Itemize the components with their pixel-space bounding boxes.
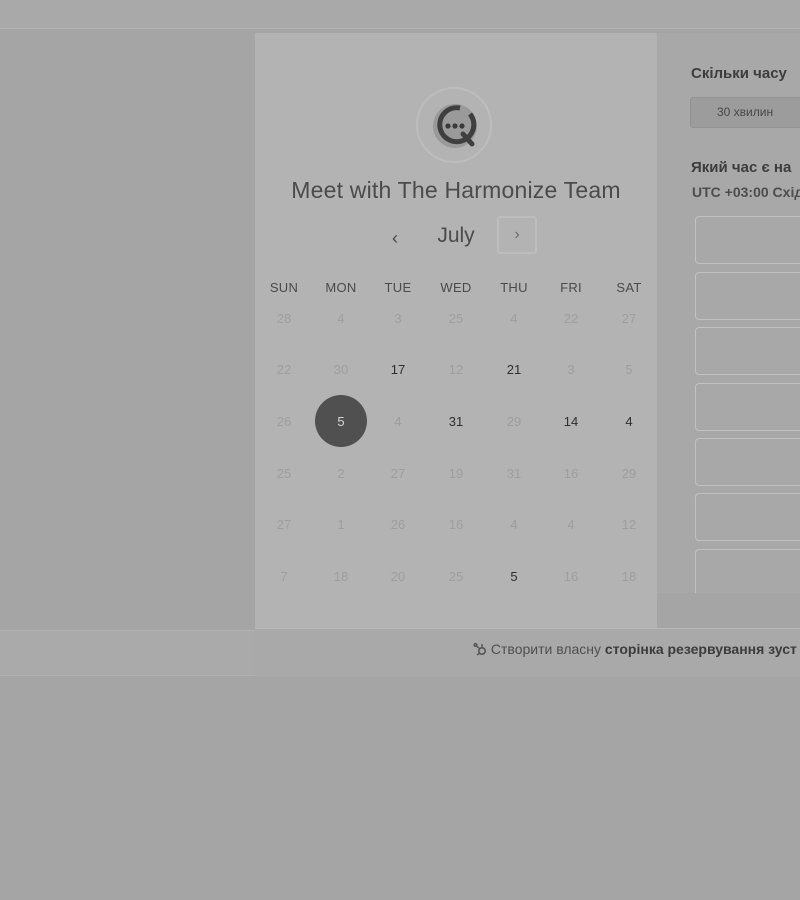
chat-bubble-logo-icon [430, 101, 480, 151]
calendar-day: 20 [390, 568, 406, 584]
time-slot[interactable] [695, 383, 800, 431]
calendar-day: 4 [567, 516, 575, 532]
next-month-button[interactable]: › [497, 216, 537, 254]
chevron-left-icon: ‹ [392, 227, 398, 248]
calendar-panel: Meet with The Harmonize Team ‹ July › SU… [255, 33, 657, 628]
calendar-day: 4 [394, 413, 402, 429]
calendar-day: 27 [276, 516, 292, 532]
chevron-right-icon: › [514, 226, 520, 243]
calendar-day: 22 [276, 361, 292, 377]
calendar-day: 31 [506, 465, 522, 481]
timezone-name: Схід [772, 184, 800, 200]
calendar-day-selected[interactable]: 5 [315, 395, 367, 447]
calendar-day: 12 [621, 516, 637, 532]
calendar-day[interactable]: 31 [430, 395, 482, 447]
hubspot-sprocket-icon [473, 641, 491, 657]
calendar-day: 16 [563, 465, 579, 481]
prev-month-button[interactable]: ‹ [380, 223, 410, 253]
calendar-day: 25 [448, 568, 464, 584]
calendar-day: 25 [276, 465, 292, 481]
calendar-day[interactable]: 4 [603, 395, 655, 447]
calendar-day: 28 [276, 310, 292, 326]
footer-branding: Створити власну сторінка резервування зу… [473, 641, 797, 657]
timezone-offset: UTC +03:00 [692, 184, 769, 200]
calendar-day[interactable]: 17 [372, 343, 424, 395]
calendar-day: 7 [280, 568, 288, 584]
time-slot[interactable] [695, 327, 800, 375]
calendar-day: 3 [567, 361, 575, 377]
background-header-bar [0, 0, 800, 29]
calendar-day: 3 [394, 310, 402, 326]
time-slot[interactable] [695, 216, 800, 264]
time-slot[interactable] [695, 493, 800, 541]
calendar-day: 18 [621, 568, 637, 584]
calendar-day: 27 [390, 465, 406, 481]
footer-link[interactable]: сторінка резервування зуст [605, 641, 797, 657]
calendar-day: 26 [276, 413, 292, 429]
calendar-day: 22 [563, 310, 579, 326]
calendar-day: 5 [625, 361, 633, 377]
meetings-booking-widget: Meet with The Harmonize Team ‹ July › SU… [255, 33, 800, 677]
calendar-day: 2 [337, 465, 345, 481]
duration-heading: Скільки часу [691, 65, 787, 82]
duration-option-button[interactable]: 30 хвилин [690, 97, 800, 128]
calendar-day: 29 [621, 465, 637, 481]
calendar-day: 16 [448, 516, 464, 532]
calendar-day: 12 [448, 361, 464, 377]
calendar-day: 4 [510, 310, 518, 326]
calendar-day: 25 [448, 310, 464, 326]
time-slot[interactable] [695, 438, 800, 486]
timezone-label[interactable]: UTC +03:00 Схід [692, 184, 800, 200]
footer-prefix: Створити власну [490, 641, 602, 657]
calendar-day: 19 [448, 465, 464, 481]
calendar-day[interactable]: 14 [545, 395, 597, 447]
calendar-day: 4 [510, 516, 518, 532]
calendar-day: 18 [333, 568, 349, 584]
calendar-day: 30 [333, 361, 349, 377]
calendar-day: 1 [337, 516, 345, 532]
calendar-day[interactable]: 21 [488, 343, 540, 395]
time-heading: Який час є на [691, 159, 792, 176]
widget-footer: Створити власну сторінка резервування зу… [255, 628, 800, 677]
calendar-day[interactable]: 5 [488, 550, 540, 602]
month-label: July [437, 224, 475, 247]
time-slot[interactable] [695, 549, 800, 593]
calendar-day: 27 [621, 310, 637, 326]
time-selection-panel: Скільки часу 30 хвилин Який час є на UTC… [657, 33, 800, 593]
meeting-title: Meet with The Harmonize Team [291, 177, 621, 203]
calendar-day: 29 [506, 413, 522, 429]
calendar-day: 4 [337, 310, 345, 326]
calendar-day: 16 [563, 568, 579, 584]
time-slot[interactable] [695, 272, 800, 320]
calendar-day: 26 [390, 516, 406, 532]
